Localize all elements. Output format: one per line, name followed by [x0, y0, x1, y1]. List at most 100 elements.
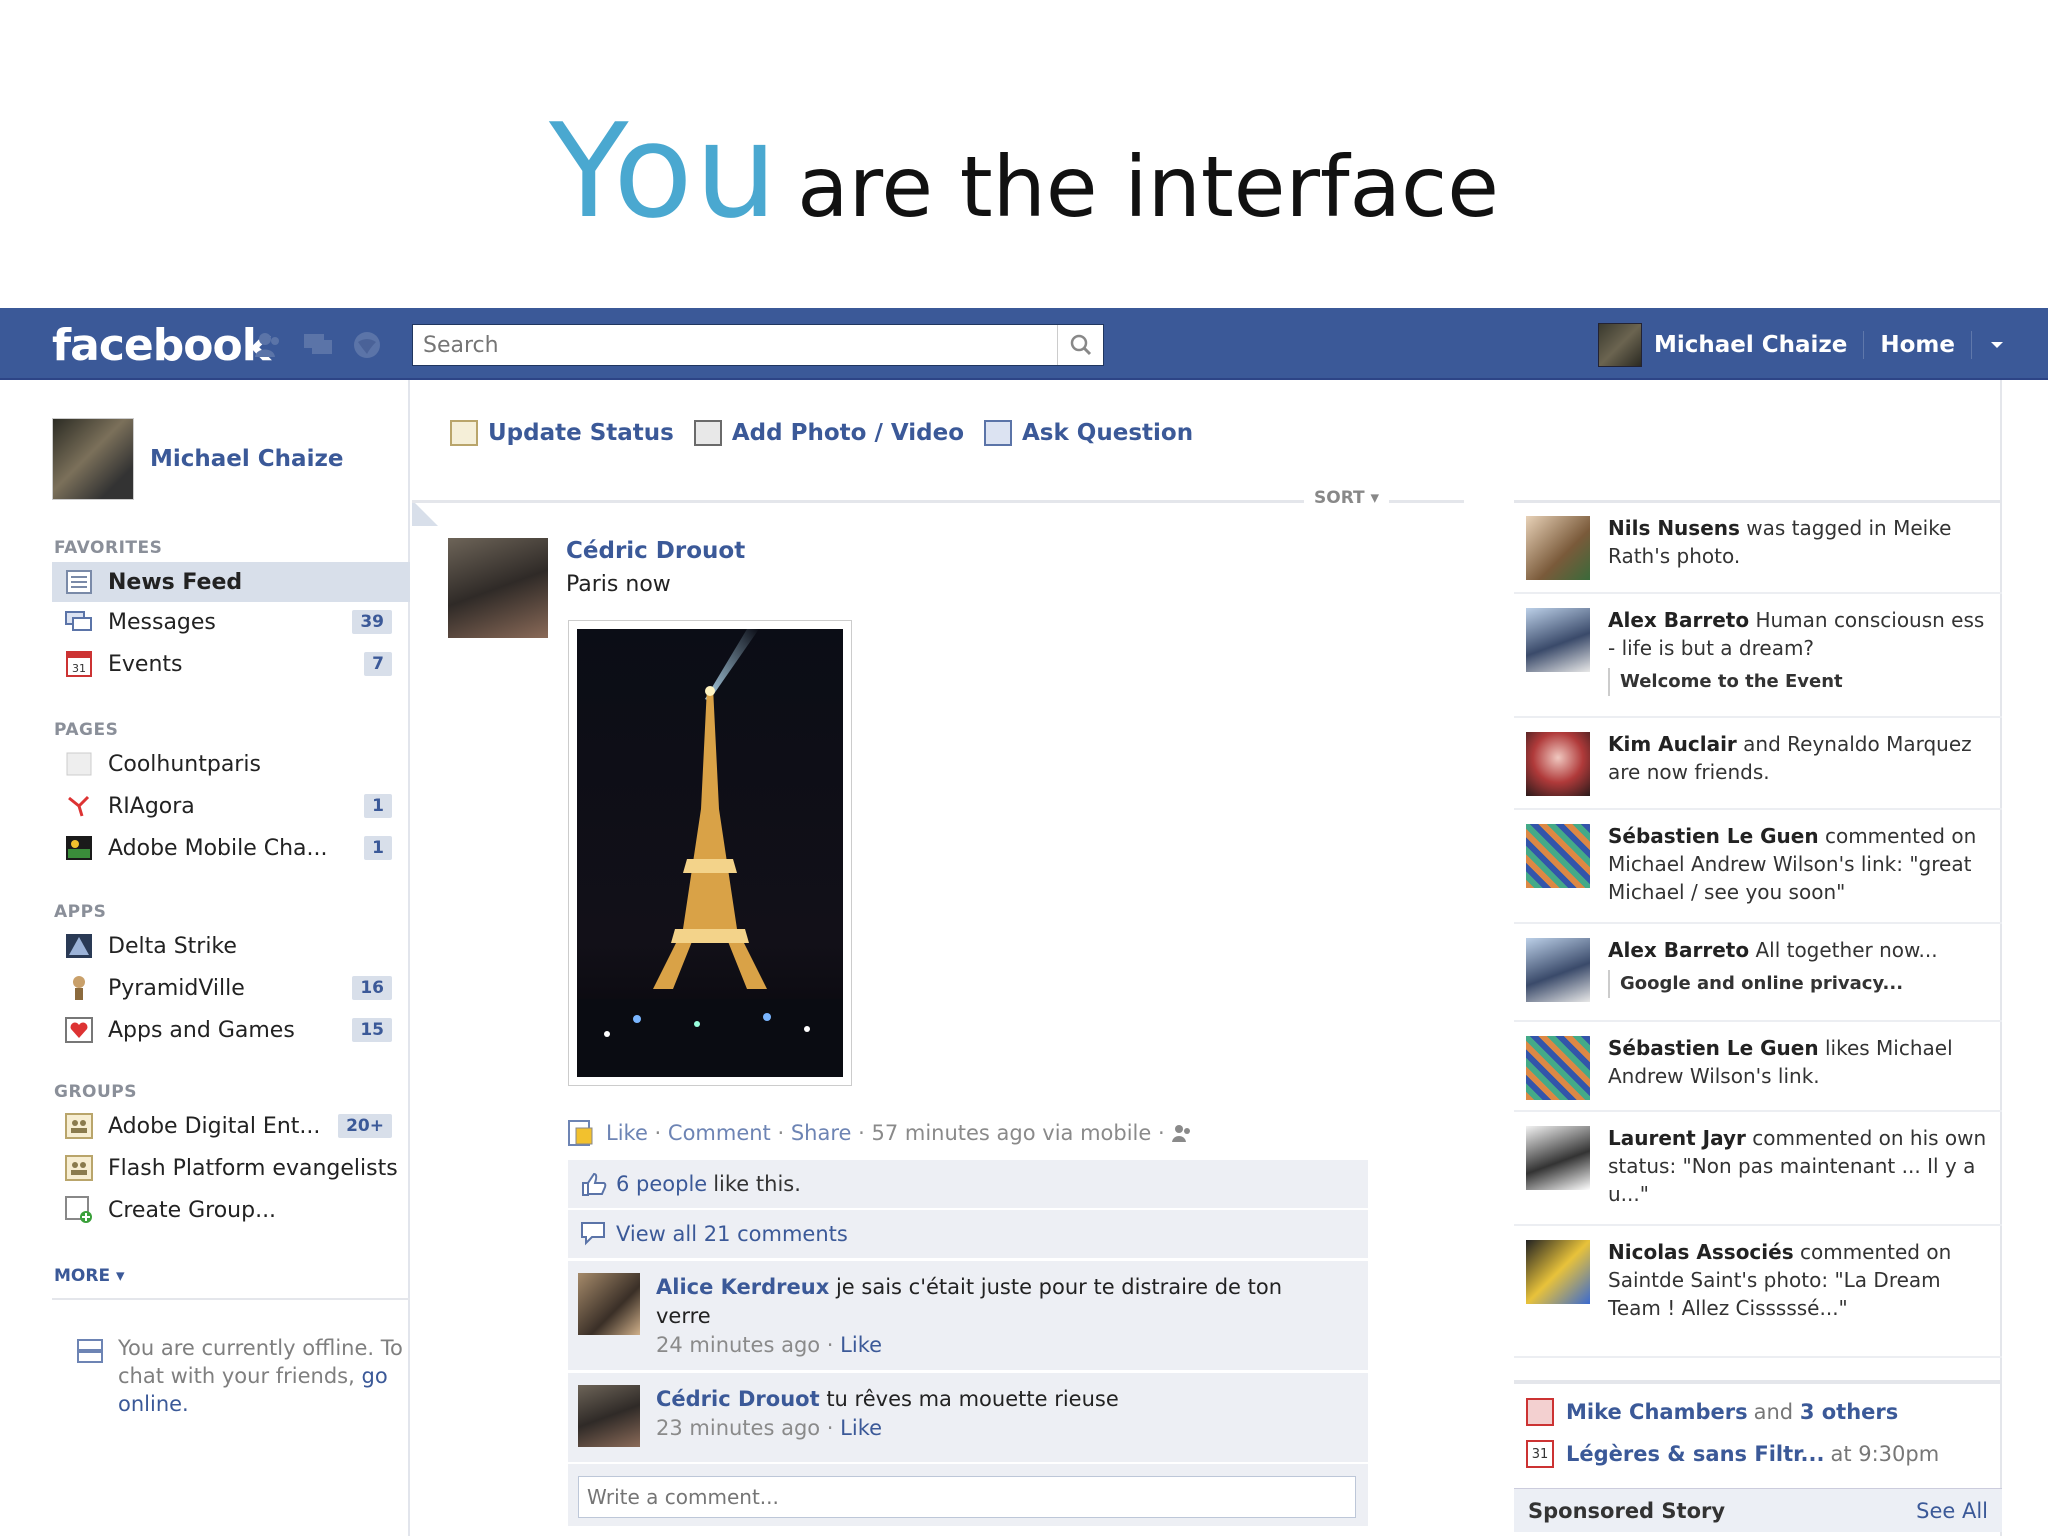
post-author[interactable]: Cédric Drouot	[566, 538, 745, 564]
ticker-actor[interactable]: Sébastien Le Guen	[1608, 824, 1819, 848]
ticker-item[interactable]: Kim Auclair and Reynaldo Marquez are now…	[1514, 720, 2002, 810]
left-sidebar: Michael Chaize FAVORITES News Feed Messa…	[0, 380, 410, 1536]
commenter-name[interactable]: Cédric Drouot	[656, 1387, 820, 1411]
comment-link[interactable]: Comment	[668, 1121, 771, 1145]
privacy-friends-icon[interactable]	[1171, 1123, 1193, 1143]
facebook-logo[interactable]: facebook	[52, 320, 271, 371]
see-all-link[interactable]: See All	[1916, 1499, 1988, 1523]
ticker-item[interactable]: Sébastien Le Guen commented on Michael A…	[1514, 812, 2002, 924]
sidebar-item-apps-and-games[interactable]: Apps and Games 15	[52, 1010, 410, 1050]
avatar[interactable]	[1526, 1126, 1590, 1190]
search-input[interactable]	[413, 325, 1053, 365]
ticker-item[interactable]: Nils Nusens was tagged in Meike Rath's p…	[1514, 504, 2002, 594]
chevron-down-icon: ▾	[110, 1266, 125, 1286]
more-link[interactable]: MORE ▾	[54, 1266, 125, 1286]
profile-name[interactable]: Michael Chaize	[150, 446, 343, 472]
ticker-text: Alex Barreto Human consciousn ess - life…	[1608, 606, 1988, 696]
update-status-tab[interactable]: Update Status	[450, 420, 674, 446]
sidebar-item-riagora[interactable]: RIAgora 1	[52, 786, 410, 826]
sidebar-item-create-group[interactable]: Create Group...	[52, 1190, 410, 1230]
profile-link[interactable]: Michael Chaize	[52, 418, 343, 500]
avatar[interactable]	[1526, 516, 1590, 580]
sidebar-item-label: News Feed	[108, 569, 243, 595]
commenter-avatar[interactable]	[578, 1273, 640, 1335]
ticker-attachment[interactable]: Google and online privacy...	[1608, 970, 1988, 998]
friend-requests-icon[interactable]	[254, 330, 284, 358]
ticker-item[interactable]: Nicolas Associés commented on Saintde Sa…	[1514, 1228, 2002, 1358]
feed-corner	[412, 500, 438, 526]
avatar[interactable]	[52, 418, 134, 500]
sidebar-item-delta-strike[interactable]: Delta Strike	[52, 926, 410, 966]
comment-like-link[interactable]: Like	[840, 1416, 882, 1440]
comment-body: Cédric Drouot tu rêves ma mouette rieuse…	[656, 1387, 1119, 1440]
slide-title: You are the interface	[0, 95, 2048, 247]
write-comment-input[interactable]	[578, 1476, 1356, 1518]
avatar[interactable]	[1526, 824, 1590, 888]
ticker-item[interactable]: Sébastien Le Guen likes Michael Andrew W…	[1514, 1024, 2002, 1112]
sidebar-item-label: Adobe Mobile Cha...	[108, 835, 328, 861]
user-avatar[interactable]	[1597, 323, 1642, 367]
sidebar-item-news-feed[interactable]: News Feed	[52, 562, 410, 602]
post-author-avatar[interactable]	[448, 538, 548, 638]
comment-bubble-icon	[581, 1222, 605, 1246]
sidebar-item-pyramidville[interactable]: PyramidVille 16	[52, 968, 410, 1008]
comment-like-link[interactable]: Like	[840, 1333, 882, 1357]
comment-item: Cédric Drouot tu rêves ma mouette rieuse…	[568, 1372, 1368, 1462]
sort-dropdown[interactable]: SORT ▾	[1304, 488, 1390, 508]
event-name[interactable]: Légères & sans Filtr...	[1566, 1442, 1824, 1466]
sidebar-item-events[interactable]: 31 Events 7	[52, 644, 410, 684]
chat-offline-notice: You are currently offline. To chat with …	[118, 1334, 408, 1418]
ticker-actor[interactable]: Nils Nusens	[1608, 516, 1740, 540]
divider	[52, 1298, 410, 1300]
add-photo-tab[interactable]: Add Photo / Video	[693, 420, 964, 446]
pyramidville-icon	[64, 974, 94, 1002]
user-name-link[interactable]: Michael Chaize	[1654, 332, 1847, 358]
account-menu-chevron-down-icon[interactable]	[1988, 339, 2006, 351]
event-reminder[interactable]: 31 Légères & sans Filtr... at 9:30pm	[1526, 1440, 1939, 1468]
messages-icon	[64, 608, 94, 636]
create-group-icon	[64, 1196, 94, 1224]
ticker-actor[interactable]: Laurent Jayr	[1608, 1126, 1746, 1150]
avatar[interactable]	[1526, 732, 1590, 796]
ticker-actor[interactable]: Sébastien Le Guen	[1608, 1036, 1819, 1060]
likes-count-link[interactable]: 6 people	[616, 1172, 707, 1196]
separator: ·	[770, 1121, 791, 1145]
section-favorites: FAVORITES	[54, 538, 163, 558]
group-icon	[64, 1112, 94, 1140]
sidebar-item-adobe-digital[interactable]: Adobe Digital Ent... 20+	[52, 1106, 410, 1146]
messages-icon[interactable]	[302, 330, 332, 358]
avatar[interactable]	[1526, 1240, 1590, 1304]
birthday-reminder[interactable]: Mike Chambers and 3 others	[1526, 1398, 1898, 1426]
like-link[interactable]: Like	[606, 1121, 648, 1145]
sidebar-item-coolhuntparis[interactable]: Coolhuntparis	[52, 744, 410, 784]
ticker-item[interactable]: Alex Barreto All together now... Google a…	[1514, 926, 2002, 1022]
ask-question-tab[interactable]: Ask Question	[984, 420, 1193, 446]
avatar[interactable]	[1526, 938, 1590, 1002]
commenter-name[interactable]: Alice Kerdreux	[656, 1275, 829, 1299]
post-timestamp[interactable]: 57 minutes ago via mobile	[871, 1121, 1151, 1145]
sidebar-item-adobe-mobile[interactable]: Adobe Mobile Cha... 1	[52, 828, 410, 868]
commenter-avatar[interactable]	[578, 1385, 640, 1447]
home-link[interactable]: Home	[1880, 332, 1955, 358]
view-all-comments[interactable]: View all 21 comments	[568, 1210, 1368, 1258]
sidebar-item-flash-platform[interactable]: Flash Platform evangelists	[52, 1148, 410, 1188]
ticker-actor[interactable]: Kim Auclair	[1608, 732, 1737, 756]
share-link[interactable]: Share	[791, 1121, 852, 1145]
ticker-item[interactable]: Laurent Jayr commented on his own status…	[1514, 1114, 2002, 1226]
search-button[interactable]	[1057, 325, 1103, 365]
birthday-name[interactable]: Mike Chambers	[1566, 1400, 1748, 1424]
section-apps: APPS	[54, 902, 107, 922]
ticker-actor[interactable]: Alex Barreto	[1608, 608, 1749, 632]
ticker-text: Nils Nusens was tagged in Meike Rath's p…	[1608, 514, 1988, 570]
post-photo[interactable]	[568, 620, 852, 1086]
birthday-others[interactable]: 3 others	[1800, 1400, 1898, 1424]
avatar[interactable]	[1526, 608, 1590, 672]
ticker-attachment[interactable]: Welcome to the Event	[1608, 668, 1988, 696]
sidebar-item-messages[interactable]: Messages 39	[52, 602, 410, 642]
ticker-actor[interactable]: Alex Barreto	[1608, 938, 1749, 962]
ticker-item[interactable]: Alex Barreto Human consciousn ess - life…	[1514, 596, 2002, 718]
avatar[interactable]	[1526, 1036, 1590, 1100]
notifications-icon[interactable]	[352, 330, 382, 358]
separator: ·	[1151, 1121, 1172, 1145]
ticker-actor[interactable]: Nicolas Associés	[1608, 1240, 1794, 1264]
